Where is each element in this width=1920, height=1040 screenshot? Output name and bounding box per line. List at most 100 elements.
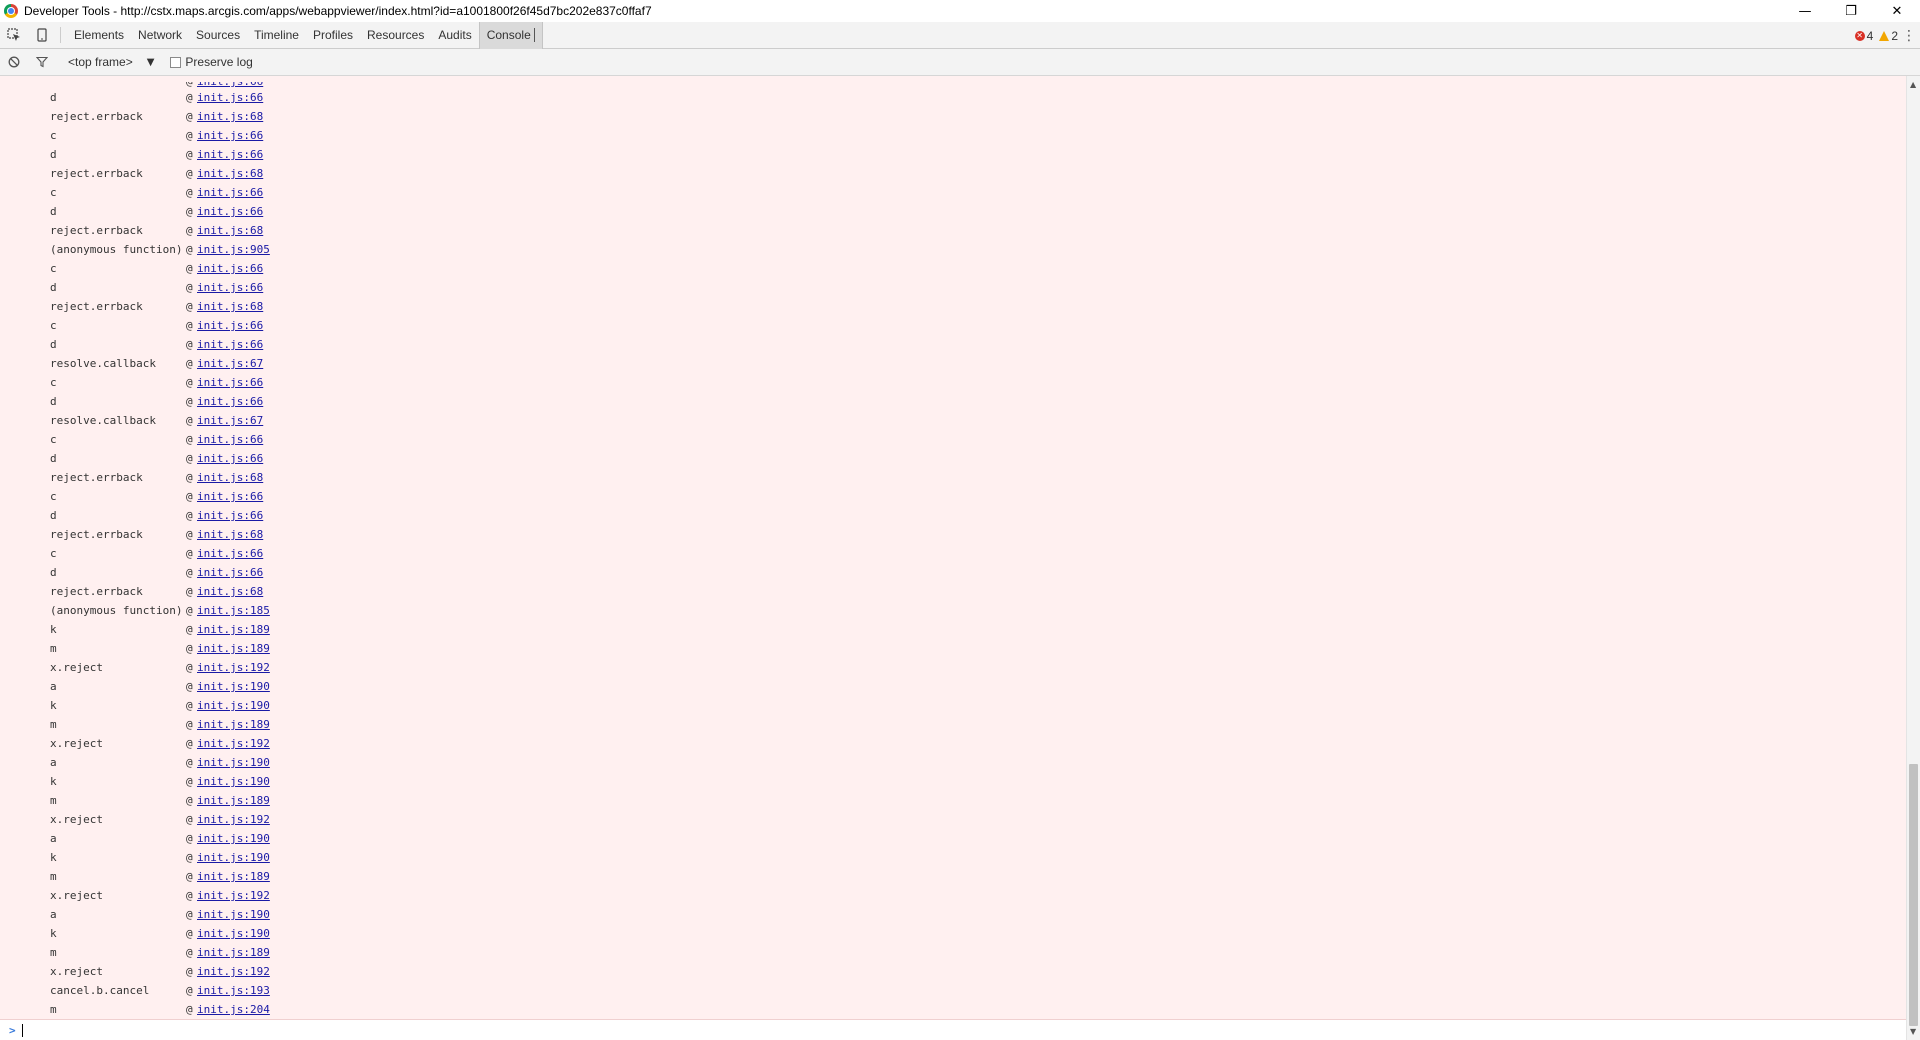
error-counter[interactable]: ✕ 4 [1854, 29, 1873, 43]
inspect-element-icon[interactable] [0, 22, 28, 49]
stack-frame-at-sign: @ [186, 82, 197, 88]
stack-frame-row: c @ init.js:66 [50, 544, 270, 563]
stack-frame-source-link[interactable]: init.js:190 [197, 851, 270, 864]
stack-frame-source-link[interactable]: init.js:192 [197, 889, 270, 902]
stack-frame-source-link[interactable]: init.js:192 [197, 661, 270, 674]
tab-console[interactable]: Console [478, 21, 543, 49]
tab-profiles[interactable]: Profiles [306, 22, 360, 49]
tab-network[interactable]: Network [131, 22, 189, 49]
stack-frame-source-link[interactable]: init.js:189 [197, 623, 270, 636]
stack-frame-row: c @ init.js:66 [50, 487, 270, 506]
stack-frame-source-link[interactable]: init.js:193 [197, 984, 270, 997]
stack-frame-at-sign: @ [186, 129, 193, 142]
stack-frame-function: reject.errback [50, 585, 143, 598]
stack-frame-source-link[interactable]: init.js:192 [197, 813, 270, 826]
stack-frame-source-link[interactable]: init.js:66 [197, 433, 263, 446]
stack-frame-source-link[interactable]: init.js:66 [197, 319, 263, 332]
stack-frame-row: d @ init.js:66 [50, 335, 270, 354]
console-scrollbar[interactable]: ▲ ▼ [1906, 76, 1920, 1040]
stack-frame-source-link[interactable]: init.js:190 [197, 756, 270, 769]
close-button[interactable]: ✕ [1874, 0, 1920, 22]
scroll-up-icon[interactable]: ▲ [1910, 80, 1916, 89]
stack-frame-source-link[interactable]: init.js:68 [197, 110, 263, 123]
stack-frame-source-link[interactable]: init.js:68 [197, 300, 263, 313]
stack-frame-source-link[interactable]: init.js:68 [197, 224, 263, 237]
stack-frame-at-sign: @ [186, 794, 193, 807]
tab-timeline[interactable]: Timeline [247, 22, 306, 49]
stack-frame-source-link[interactable]: init.js:66 [197, 376, 263, 389]
tab-resources[interactable]: Resources [360, 22, 431, 49]
stack-frame-at-sign: @ [186, 490, 193, 503]
console-prompt[interactable]: > [0, 1019, 1906, 1040]
stack-frame-source-link[interactable]: init.js:189 [197, 794, 270, 807]
stack-frame-function: reject.errback [50, 167, 143, 180]
stack-frame-source-link[interactable]: init.js:66 [197, 186, 263, 199]
stack-frame-at-sign: @ [186, 851, 193, 864]
stack-frame-source-link[interactable]: init.js:190 [197, 927, 270, 940]
stack-frame-source-link[interactable]: init.js:66 [197, 129, 263, 142]
stack-frame-source-link[interactable]: init.js:189 [197, 946, 270, 959]
stack-frame-source-link[interactable]: init.js:68 [197, 471, 263, 484]
stack-frame-source-link[interactable]: init.js:189 [197, 870, 270, 883]
stack-frame-source-link[interactable]: init.js:189 [197, 642, 270, 655]
stack-frame-source-link[interactable]: init.js:190 [197, 680, 270, 693]
stack-frame-source-link[interactable]: init.js:66 [197, 395, 263, 408]
stack-frame-source-link[interactable]: init.js:68 [197, 167, 263, 180]
stack-frame-source-link[interactable]: init.js:190 [197, 699, 270, 712]
device-mode-icon[interactable] [28, 22, 56, 49]
stack-frame-source-link[interactable]: init.js:190 [197, 832, 270, 845]
console-messages: @init.js:66d@init.js:66reject.errback@in… [0, 76, 1906, 1019]
stack-frame-source-link[interactable]: init.js:66 [197, 205, 263, 218]
stack-frame-source-link[interactable]: init.js:66 [197, 547, 263, 560]
stack-frame-source-link[interactable]: init.js:66 [197, 452, 263, 465]
stack-frame-source-link[interactable]: init.js:66 [197, 262, 263, 275]
stack-frame-source-link[interactable]: init.js:67 [197, 357, 263, 370]
clear-console-icon[interactable] [0, 49, 28, 76]
stack-frame-function: c [50, 376, 57, 389]
scrollbar-thumb[interactable] [1909, 764, 1918, 1026]
stack-frame-source-link[interactable]: init.js:66 [197, 338, 263, 351]
stack-frame-function: d [50, 338, 57, 351]
stack-frame-source-link[interactable]: init.js:189 [197, 718, 270, 731]
preserve-log-toggle[interactable]: Preserve log [170, 55, 253, 69]
scroll-down-icon[interactable]: ▼ [1910, 1027, 1916, 1036]
console-input[interactable] [21, 1023, 23, 1037]
stack-frame-source-link[interactable]: init.js:192 [197, 737, 270, 750]
stack-frame-source-link[interactable]: init.js:66 [197, 91, 263, 104]
stack-frame-source-link[interactable]: init.js:66 [197, 509, 263, 522]
stack-frame-source-link[interactable]: init.js:68 [197, 528, 263, 541]
frame-selector[interactable]: <top frame> ▼ [68, 49, 154, 76]
restore-button[interactable]: ❐ [1828, 0, 1874, 22]
stack-frame-source-link[interactable]: init.js:66 [197, 82, 263, 88]
stack-frame-function: d [50, 205, 57, 218]
stack-frame-function: m [50, 794, 57, 807]
stack-frame-source-link[interactable]: init.js:66 [197, 490, 263, 503]
stack-frame-source-link[interactable]: init.js:185 [197, 604, 270, 617]
minimize-button[interactable]: — [1782, 0, 1828, 22]
window-title-bar: Developer Tools - http://cstx.maps.arcgi… [0, 0, 1920, 22]
stack-frame-row: a @ init.js:190 [50, 905, 270, 924]
preserve-log-checkbox[interactable] [170, 56, 182, 68]
tab-elements[interactable]: Elements [67, 22, 131, 49]
stack-frame-source-link[interactable]: init.js:67 [197, 414, 263, 427]
tab-audits[interactable]: Audits [431, 22, 478, 49]
stack-frame-row: x.reject @ init.js:192 [50, 810, 270, 829]
stack-frame-at-sign: @ [186, 433, 193, 446]
stack-frame-row: k @ init.js:190 [50, 772, 270, 791]
issue-counters[interactable]: ✕ 4 2 [1854, 22, 1898, 49]
tab-sources[interactable]: Sources [189, 22, 247, 49]
stack-frame-source-link[interactable]: init.js:66 [197, 148, 263, 161]
frame-selector-value: <top frame> [68, 55, 133, 69]
stack-frame-function: c [50, 262, 57, 275]
stack-frame-source-link[interactable]: init.js:66 [197, 566, 263, 579]
stack-frame-source-link[interactable]: init.js:66 [197, 281, 263, 294]
stack-frame-source-link[interactable]: init.js:68 [197, 585, 263, 598]
filter-icon[interactable] [28, 49, 56, 76]
stack-frame-source-link[interactable]: init.js:192 [197, 965, 270, 978]
stack-frame-source-link[interactable]: init.js:190 [197, 775, 270, 788]
more-options-icon[interactable]: ⋮ [1902, 22, 1916, 49]
stack-frame-source-link[interactable]: init.js:190 [197, 908, 270, 921]
stack-frame-source-link[interactable]: init.js:204 [197, 1003, 270, 1016]
stack-frame-source-link[interactable]: init.js:905 [197, 243, 270, 256]
warning-counter[interactable]: 2 [1879, 29, 1898, 43]
